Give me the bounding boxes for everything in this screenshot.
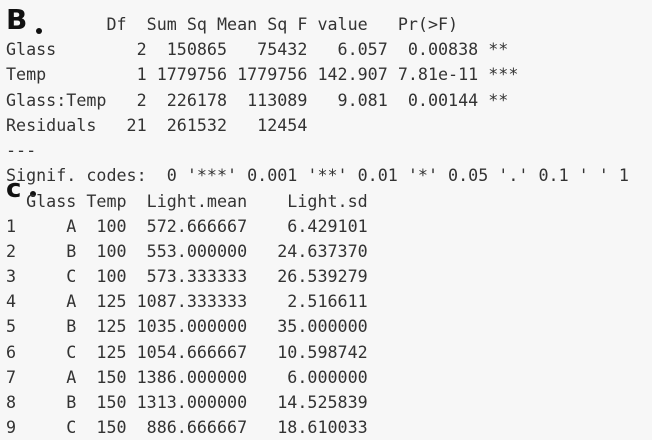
table-row: 5 B 125 1035.000000 35.000000: [6, 316, 368, 336]
table-row: 3 C 100 573.333333 26.539279: [6, 266, 368, 286]
anova-row-temp: Temp 1 1779756 1779756 142.907 7.81e-11 …: [6, 64, 519, 84]
r-console-output: B Df Sum Sq Mean Sq F value Pr(>F) Glass…: [0, 0, 652, 439]
anova-row-residuals: Residuals 21 261532 12454: [6, 115, 519, 135]
table-row: 7 A 150 1386.000000 6.000000: [6, 367, 368, 387]
anova-header: Df Sum Sq Mean Sq F value Pr(>F): [6, 14, 499, 34]
summary-table-header: Glass Temp Light.mean Light.sd: [6, 191, 368, 211]
table-row: 6 C 125 1054.666667 10.598742: [6, 342, 368, 362]
signif-codes: Signif. codes: 0 '***' 0.001 '**' 0.01 '…: [6, 165, 629, 185]
anova-row-glass: Glass 2 150865 75432 6.057 0.00838 **: [6, 39, 519, 59]
anova-row-glass-temp: Glass:Temp 2 226178 113089 9.081 0.00144…: [6, 90, 519, 110]
table-row: 9 C 150 886.666667 18.610033: [6, 417, 368, 437]
table-row: 2 B 100 553.000000 24.637370: [6, 241, 368, 261]
table-row: 4 A 125 1087.333333 2.516611: [6, 291, 368, 311]
table-row: 8 B 150 1313.000000 14.525839: [6, 392, 368, 412]
anova-separator: ---: [6, 140, 37, 160]
table-row: 1 A 100 572.666667 6.429101: [6, 216, 368, 236]
